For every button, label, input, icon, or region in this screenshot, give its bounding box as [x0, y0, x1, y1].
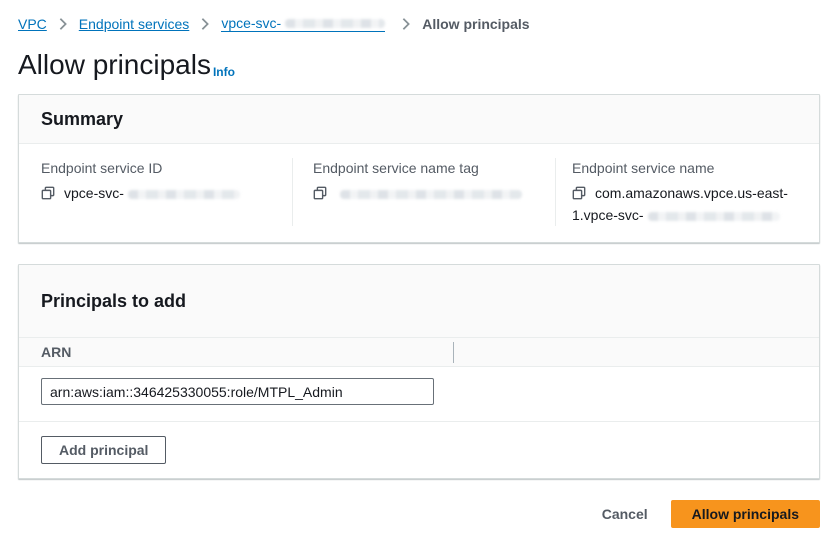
- summary-card-header: Summary: [19, 95, 819, 144]
- redacted-text: [648, 212, 780, 221]
- chevron-right-icon: [399, 17, 413, 31]
- chevron-right-icon: [198, 17, 212, 31]
- redacted-text: [128, 190, 240, 199]
- breadcrumb: VPC Endpoint services vpce-svc- Allow pr…: [18, 0, 820, 32]
- arn-table-header: ARN: [19, 338, 819, 367]
- redacted-text: [285, 19, 385, 28]
- arn-input[interactable]: [41, 378, 434, 405]
- field-value: [313, 182, 539, 204]
- add-principal-button[interactable]: Add principal: [41, 436, 166, 464]
- field-label: Endpoint service name: [572, 158, 805, 178]
- principals-title: Principals to add: [41, 291, 797, 312]
- field-value: vpce-svc-: [41, 182, 276, 204]
- summary-field-endpoint-service-name: Endpoint service name com.amazonaws.vpce…: [556, 158, 819, 226]
- copy-icon[interactable]: [41, 186, 55, 200]
- arn-column-header: ARN: [19, 342, 454, 363]
- summary-grid: Endpoint service ID vpce-svc- Endpoint s…: [19, 144, 819, 242]
- breadcrumb-service-id-link[interactable]: vpce-svc-: [221, 15, 385, 32]
- principals-card: Principals to add ARN Add principal: [18, 264, 820, 479]
- add-principal-row: Add principal: [19, 422, 819, 478]
- arn-input-row: [19, 367, 819, 422]
- cancel-button[interactable]: Cancel: [602, 506, 648, 522]
- allow-principals-button[interactable]: Allow principals: [671, 500, 820, 528]
- breadcrumb-vpc-link[interactable]: VPC: [18, 16, 47, 32]
- breadcrumb-endpoint-services-link[interactable]: Endpoint services: [79, 16, 190, 32]
- page-title: Allow principals: [18, 49, 211, 81]
- summary-card: Summary Endpoint service ID vpce-svc- En…: [18, 94, 820, 243]
- summary-field-endpoint-service-name-tag: Endpoint service name tag: [293, 158, 556, 226]
- allow-principals-page: VPC Endpoint services vpce-svc- Allow pr…: [0, 0, 838, 528]
- breadcrumb-current: Allow principals: [422, 16, 529, 32]
- copy-icon[interactable]: [572, 186, 586, 200]
- footer-actions: Cancel Allow principals: [18, 500, 820, 528]
- principals-card-header: Principals to add: [19, 265, 819, 338]
- summary-field-endpoint-service-id: Endpoint service ID vpce-svc-: [19, 158, 293, 226]
- copy-icon[interactable]: [313, 186, 327, 200]
- field-label: Endpoint service ID: [41, 158, 276, 178]
- info-link[interactable]: Info: [213, 65, 235, 81]
- field-value: com.amazonaws.vpce.us-east-1.vpce-svc-: [572, 182, 805, 226]
- summary-title: Summary: [41, 109, 797, 130]
- breadcrumb-service-id-prefix: vpce-svc-: [221, 15, 281, 31]
- redacted-text: [340, 190, 522, 199]
- field-label: Endpoint service name tag: [313, 158, 539, 178]
- chevron-right-icon: [56, 17, 70, 31]
- endpoint-service-id-value: vpce-svc-: [64, 185, 124, 201]
- page-header: Allow principals Info: [18, 49, 820, 81]
